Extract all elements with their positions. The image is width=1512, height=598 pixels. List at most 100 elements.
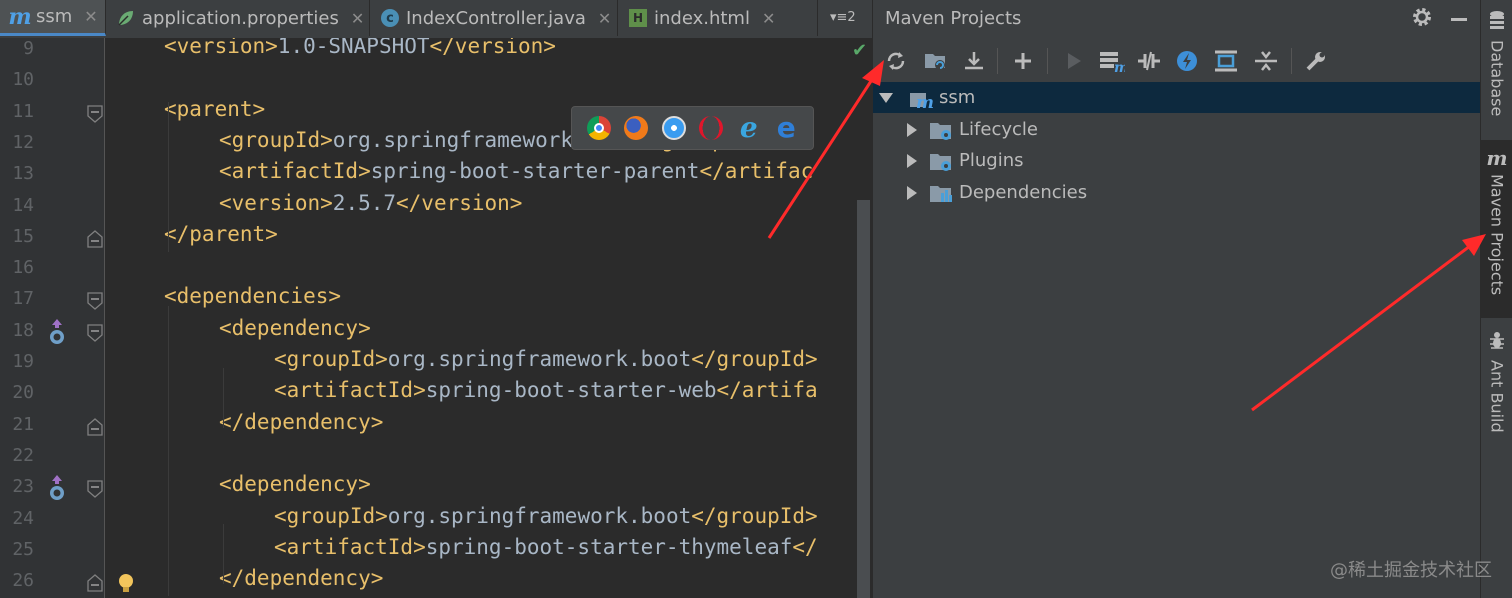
checkmark-icon: ✔ xyxy=(852,40,868,61)
code-line[interactable]: </parent> xyxy=(164,222,278,246)
tree-label: Plugins xyxy=(959,150,1024,171)
tab-overflow-button[interactable]: ▾≡2 xyxy=(830,10,856,25)
code-line[interactable]: <artifactId>spring-boot-starter-thymelea… xyxy=(274,535,818,559)
show-dependencies-icon[interactable] xyxy=(1213,48,1239,74)
xml-tag: <artifactId> xyxy=(274,378,426,403)
xml-tag: </version> xyxy=(429,38,556,58)
internet-explorer-icon[interactable]: e xyxy=(737,114,761,142)
run-icon[interactable] xyxy=(1061,48,1087,74)
xml-tag: <version> xyxy=(164,38,278,58)
database-icon xyxy=(1488,10,1506,34)
dependency-gutter-icon[interactable] xyxy=(46,318,68,346)
tab-application-properties[interactable]: application.properties ✕ xyxy=(106,0,370,36)
tab-label: index.html xyxy=(654,7,750,29)
xml-tag: </version> xyxy=(396,190,523,215)
code-line[interactable]: </dependency> xyxy=(219,566,383,590)
collapse-arrow-icon[interactable] xyxy=(907,122,917,137)
tree-label: ssm xyxy=(939,87,976,108)
line-number: 19 xyxy=(12,351,34,372)
tree-node-ssm[interactable]: m ssm xyxy=(873,82,1481,113)
editor-scrollbar[interactable] xyxy=(857,200,870,598)
code-line[interactable]: <dependencies> xyxy=(164,284,341,308)
tab-index-html[interactable]: H index.html ✕ xyxy=(618,0,818,36)
download-icon[interactable] xyxy=(961,48,987,74)
close-icon[interactable]: ✕ xyxy=(351,9,364,28)
ant-icon xyxy=(1488,330,1506,354)
tree-node-lifecycle[interactable]: Lifecycle xyxy=(873,114,1481,145)
tab-label: ssm xyxy=(36,6,73,27)
code-line[interactable]: <artifactId>spring-boot-starter-parent</… xyxy=(219,159,813,183)
fold-open-icon[interactable] xyxy=(87,292,103,311)
fold-open-icon[interactable] xyxy=(87,104,103,123)
line-number: 14 xyxy=(12,194,34,216)
close-icon[interactable]: ✕ xyxy=(84,7,97,26)
tree-label: Lifecycle xyxy=(959,119,1038,140)
collapse-all-icon[interactable] xyxy=(1253,48,1279,74)
code-line[interactable]: <parent> xyxy=(164,97,265,121)
code-line[interactable]: <groupId>org.springframework.boot</group… xyxy=(274,347,818,371)
edge-icon[interactable]: e xyxy=(774,114,798,142)
code-line[interactable]: </dependency> xyxy=(219,410,383,434)
xml-tag: </dependency> xyxy=(219,566,384,591)
skip-tests-icon[interactable] xyxy=(1174,48,1200,74)
close-icon[interactable]: ✕ xyxy=(762,9,775,28)
tab-label: application.properties xyxy=(142,7,339,29)
xml-tag: <groupId> xyxy=(274,503,388,528)
side-tab-maven-projects[interactable]: m Maven Projects xyxy=(1481,140,1512,318)
line-number: 22 xyxy=(12,444,34,466)
settings-wrench-icon[interactable] xyxy=(1303,48,1329,74)
code-line[interactable]: <dependency> xyxy=(219,472,371,496)
editor-tab-bar: m ssm ✕ application.properties ✕ c Index… xyxy=(0,0,872,39)
fold-open-icon[interactable] xyxy=(87,324,103,342)
minimize-icon[interactable] xyxy=(1451,18,1467,21)
code-line[interactable]: <groupId>org.springframework.boot</group… xyxy=(274,504,818,528)
side-tab-database[interactable]: Database xyxy=(1481,10,1512,120)
reimport-icon[interactable] xyxy=(883,48,909,74)
dependency-gutter-icon[interactable] xyxy=(46,474,68,502)
code-line[interactable]: <version>1.0-SNAPSHOT</version> xyxy=(164,38,556,58)
code-editor[interactable]: 9 10 11 12 13 14 15 16 17 18 19 20 21 22 23 24 25 26 <ver… xyxy=(0,38,872,598)
maven-m-icon: m xyxy=(8,3,32,30)
tree-node-dependencies[interactable]: Dependencies xyxy=(873,177,1481,208)
expand-arrow-icon[interactable] xyxy=(879,92,893,103)
tree-node-plugins[interactable]: Plugins xyxy=(873,145,1481,176)
watermark: @稀土掘金技术社区 xyxy=(1330,560,1492,581)
toggle-offline-icon[interactable] xyxy=(1136,48,1162,74)
code-line[interactable]: <artifactId>spring-boot-starter-web</art… xyxy=(274,378,818,402)
line-number: 15 xyxy=(12,225,34,247)
xml-tag: <dependency> xyxy=(219,472,371,497)
safari-icon[interactable] xyxy=(661,116,686,140)
tab-index-controller[interactable]: c IndexController.java ✕ xyxy=(370,0,618,36)
opera-icon[interactable] xyxy=(699,116,724,140)
chrome-icon[interactable] xyxy=(586,116,611,140)
gear-icon[interactable] xyxy=(1411,6,1433,28)
xml-tag: <groupId> xyxy=(219,127,333,152)
execute-goal-icon[interactable]: m xyxy=(1099,48,1125,74)
fold-close-icon[interactable] xyxy=(87,229,103,248)
line-number: 11 xyxy=(12,100,34,122)
line-number: 9 xyxy=(23,38,34,59)
line-number: 18 xyxy=(12,319,34,341)
maven-projects-panel: Maven Projects m ssm Lifecycle Plugins D… xyxy=(872,0,1481,598)
code-line[interactable]: <dependency> xyxy=(219,316,371,340)
right-tool-stripe: Database m Maven Projects Ant Build xyxy=(1480,0,1512,598)
code-line[interactable]: <version>2.5.7</version> xyxy=(219,191,522,215)
generate-sources-icon[interactable] xyxy=(923,48,949,74)
add-icon[interactable] xyxy=(1010,48,1036,74)
close-icon[interactable]: ✕ xyxy=(598,9,611,28)
line-number: 21 xyxy=(12,413,34,435)
collapse-arrow-icon[interactable] xyxy=(907,153,917,168)
lightbulb-icon[interactable] xyxy=(116,572,136,594)
fold-close-icon[interactable] xyxy=(87,417,103,436)
fold-close-icon[interactable] xyxy=(87,574,103,592)
fold-open-icon[interactable] xyxy=(87,480,103,499)
tag-content: org.springframework.boot xyxy=(387,347,692,371)
tab-ssm[interactable]: m ssm ✕ xyxy=(0,0,106,36)
side-tab-label: Database xyxy=(1487,40,1507,117)
line-number: 24 xyxy=(12,507,34,529)
collapse-arrow-icon[interactable] xyxy=(907,185,917,200)
xml-tag: <dependencies> xyxy=(164,284,342,309)
side-tab-ant-build[interactable]: Ant Build xyxy=(1481,330,1512,440)
xml-tag: <artifactId> xyxy=(219,159,371,184)
firefox-icon[interactable] xyxy=(624,116,649,140)
